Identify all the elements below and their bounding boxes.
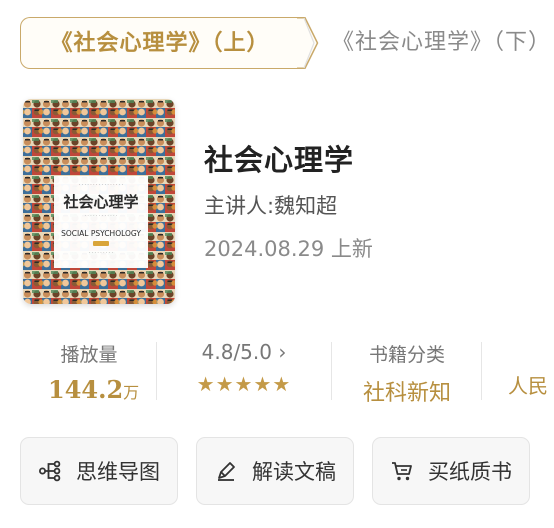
tab-book-part-1[interactable]: 《社会心理学》（上） bbox=[20, 16, 319, 69]
stat-divider bbox=[156, 342, 157, 400]
rating-label: 4.8/5.0 › bbox=[180, 340, 308, 364]
tab-separator-icon bbox=[303, 17, 315, 69]
category-value: 社科新知 bbox=[362, 381, 451, 406]
svg-text:· · · · · · · · · · · ·: · · · · · · · · · · · · bbox=[85, 214, 118, 219]
rating-stars: ★★★★★ bbox=[196, 372, 292, 396]
mindmap-icon bbox=[39, 460, 61, 482]
book-author: 主讲人:魏知超 bbox=[204, 194, 338, 218]
interpretation-button[interactable]: 解读文稿 bbox=[196, 437, 354, 505]
buy-paper-book-button[interactable]: 买纸质书 bbox=[372, 437, 530, 505]
tab-label: 《社会心理学》（上） bbox=[50, 31, 270, 56]
buy-label: 买纸质书 bbox=[428, 460, 512, 484]
book-cover-image: · · · · · · · · · · · · · · · · 社会心理学 · … bbox=[23, 99, 175, 304]
plays-unit: 万 bbox=[123, 383, 140, 402]
cover-en-title: SOCIAL PSYCHOLOGY bbox=[61, 229, 141, 238]
svg-text:· · · · · · · · ·: · · · · · · · · · bbox=[89, 251, 113, 256]
book-tabs: 《社会心理学》（上） 《社会心理学》（下） bbox=[20, 16, 554, 71]
mindmap-label: 思维导图 bbox=[76, 460, 160, 484]
interpretation-label: 解读文稿 bbox=[252, 460, 336, 484]
stat-rating[interactable]: 4.8/5.0 › ★★★★★ bbox=[180, 340, 308, 396]
tab-label: 《社会心理学》（下） bbox=[332, 30, 552, 55]
stat-plays: 播放量 144.2万 bbox=[48, 340, 139, 404]
publisher-label bbox=[508, 340, 554, 362]
cart-icon bbox=[392, 462, 412, 481]
rating-score: 4.8/5.0 bbox=[201, 340, 272, 364]
plays-number: 144.2 bbox=[48, 375, 124, 404]
plays-value: 144.2万 bbox=[48, 375, 139, 404]
category-label: 书籍分类 bbox=[368, 344, 445, 366]
book-release-date: 2024.08.29 上新 bbox=[204, 237, 373, 261]
stat-category[interactable]: 书籍分类 社科新知 bbox=[352, 340, 462, 407]
svg-text:· · · · · · · · · · · · · · ·: · · · · · · · · · · · · · · · · bbox=[79, 183, 123, 188]
pen-icon bbox=[218, 462, 235, 481]
plays-label: 播放量 bbox=[60, 344, 118, 366]
mindmap-button[interactable]: 思维导图 bbox=[20, 437, 178, 505]
book-cover[interactable]: · · · · · · · · · · · · · · · · 社会心理学 · … bbox=[23, 99, 175, 304]
stat-divider bbox=[481, 342, 482, 400]
chevron-right-icon: › bbox=[278, 340, 287, 364]
stat-divider bbox=[331, 342, 332, 400]
publisher-value: 人民 bbox=[508, 374, 548, 398]
cover-cn-title: 社会心理学 bbox=[62, 193, 138, 211]
tab-book-part-2[interactable]: 《社会心理学》（下） bbox=[302, 17, 554, 69]
stat-publisher[interactable]: 人民 bbox=[508, 340, 554, 399]
book-title: 社会心理学 bbox=[204, 143, 355, 177]
